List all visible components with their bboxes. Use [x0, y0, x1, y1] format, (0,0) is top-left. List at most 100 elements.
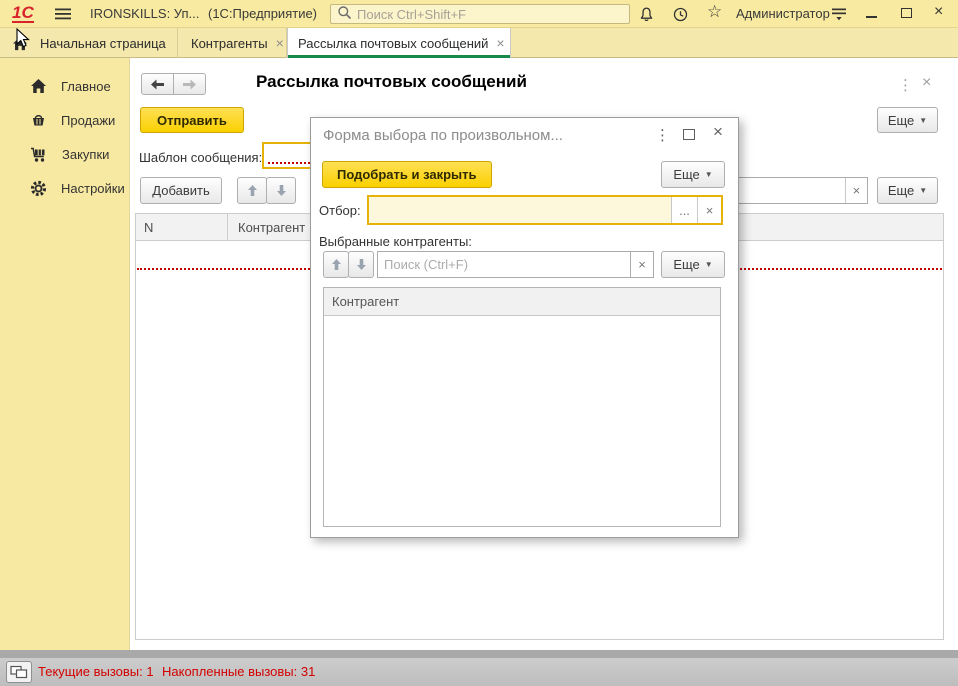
back-button[interactable]: [141, 73, 174, 95]
global-search-field[interactable]: [330, 4, 630, 24]
forward-button[interactable]: [173, 73, 206, 95]
dialog-title: Форма выбора по произвольном...: [323, 127, 563, 144]
notifications-bell-icon[interactable]: [638, 6, 655, 26]
dialog-more-button[interactable]: Еще ▼: [661, 161, 725, 188]
favorites-star-icon[interactable]: ☆: [707, 2, 722, 22]
status-separator: [0, 650, 958, 658]
dialog-list-more-button[interactable]: Еще ▼: [661, 251, 725, 278]
app-window: 1С IRONSKILLS: Уп... (1С:Предприятие) ☆ …: [0, 0, 958, 686]
arrow-down-icon: [276, 184, 287, 197]
maximize-icon[interactable]: [901, 8, 912, 18]
move-down-button[interactable]: [266, 177, 296, 204]
performance-indicator-button[interactable]: [6, 661, 32, 683]
sidebar-item-prodazhi[interactable]: Продажи: [0, 103, 130, 137]
dialog-maximize-icon[interactable]: [683, 129, 695, 140]
move-down-button[interactable]: [348, 251, 374, 278]
tab-label: Начальная страница: [40, 36, 166, 51]
dialog-clear-search-icon[interactable]: ×: [630, 251, 654, 278]
sidebar-item-glavnoe[interactable]: Главное: [0, 69, 130, 103]
more-button-label: Еще: [673, 257, 699, 272]
list-body[interactable]: [324, 316, 720, 526]
chevron-down-icon: ▼: [919, 116, 927, 125]
more-button-label: Еще: [888, 113, 914, 128]
minimize-icon[interactable]: [866, 8, 877, 18]
global-search-input[interactable]: [357, 7, 623, 22]
filter-label: Отбор:: [319, 203, 361, 218]
arrow-down-icon: [356, 258, 367, 271]
chevron-down-icon: ▼: [705, 170, 713, 179]
move-up-button[interactable]: [237, 177, 267, 204]
selected-contractors-label: Выбранные контрагенты:: [319, 234, 472, 249]
home-icon: [30, 78, 47, 94]
send-button-label: Отправить: [157, 113, 227, 128]
close-window-icon[interactable]: ×: [934, 3, 943, 21]
close-tab-icon[interactable]: ×: [496, 35, 504, 51]
form-more-button[interactable]: Еще ▼: [877, 107, 938, 133]
hamburger-menu-icon[interactable]: [54, 7, 72, 24]
clear-search-icon[interactable]: ×: [845, 178, 867, 203]
dialog-search-input[interactable]: [378, 252, 630, 277]
column-header-n[interactable]: N: [136, 214, 228, 240]
list-column-header[interactable]: Контрагент: [324, 288, 720, 316]
more-button-label: Еще: [673, 167, 699, 182]
active-tab-indicator: [288, 55, 510, 58]
filter-ellipsis-button[interactable]: ...: [671, 197, 697, 223]
cart-icon: [30, 146, 48, 163]
gear-icon: [30, 180, 47, 197]
more-button-label: Еще: [888, 183, 914, 198]
arrow-left-icon: [150, 79, 165, 90]
add-button[interactable]: Добавить: [140, 177, 222, 204]
move-up-button[interactable]: [323, 251, 349, 278]
accumulated-calls-label: Накопленные вызовы: 31: [162, 664, 315, 679]
sidebar-item-label: Закупки: [62, 147, 109, 162]
sections-panel: Главное Продажи Закупки Настройки: [0, 58, 130, 650]
filter-clear-icon[interactable]: ×: [697, 197, 721, 223]
tab-label: Рассылка почтовых сообщений: [298, 36, 488, 51]
form-more-menu-icon[interactable]: ⋮: [898, 76, 913, 94]
service-menu-icon[interactable]: [831, 7, 847, 25]
template-label: Шаблон сообщения:: [139, 150, 262, 165]
tab-label: Контрагенты: [191, 36, 268, 51]
arrow-right-icon: [182, 79, 197, 90]
dialog-move-buttons: [323, 251, 374, 278]
chevron-down-icon: ▼: [705, 260, 713, 269]
chevron-down-icon: ▼: [919, 186, 927, 195]
1c-logo-icon: 1С: [12, 4, 34, 23]
arrow-up-icon: [247, 184, 258, 197]
send-button[interactable]: Отправить: [140, 107, 244, 133]
app-kind-label: (1С:Предприятие): [208, 0, 317, 28]
page-title: Рассылка почтовых сообщений: [256, 72, 527, 92]
sidebar-item-label: Настройки: [61, 181, 125, 196]
selection-dialog: Форма выбора по произвольном... ⋮ × Подо…: [310, 117, 739, 538]
filter-input[interactable]: [369, 197, 671, 223]
status-bar: Текущие вызовы: 1 Накопленные вызовы: 31: [0, 658, 958, 686]
sidebar-item-label: Главное: [61, 79, 111, 94]
contractors-list: Контрагент: [323, 287, 721, 527]
pick-button-label: Подобрать и закрыть: [337, 167, 477, 182]
dialog-more-menu-icon[interactable]: ⋮: [655, 126, 670, 144]
table-more-button[interactable]: Еще ▼: [877, 177, 938, 204]
app-title: IRONSKILLS: Уп...: [90, 0, 199, 28]
sidebar-item-zakupki[interactable]: Закупки: [0, 137, 130, 171]
pick-and-close-button[interactable]: Подобрать и закрыть: [322, 161, 492, 188]
form-close-icon[interactable]: ×: [922, 74, 931, 92]
close-tab-icon[interactable]: ×: [276, 35, 284, 51]
add-button-label: Добавить: [152, 183, 209, 198]
tab-bar: Начальная страница Контрагенты × Рассылк…: [0, 28, 958, 58]
history-icon[interactable]: [672, 6, 689, 26]
mouse-cursor: [16, 28, 31, 52]
sidebar-item-label: Продажи: [61, 113, 115, 128]
arrow-up-icon: [331, 258, 342, 271]
dialog-search-field[interactable]: [377, 251, 631, 278]
row-move-buttons: [237, 177, 296, 204]
dialog-close-icon[interactable]: ×: [713, 122, 723, 142]
title-bar: 1С IRONSKILLS: Уп... (1С:Предприятие) ☆ …: [0, 0, 958, 28]
search-icon: [337, 5, 352, 23]
monitors-icon: [10, 665, 28, 680]
filter-field[interactable]: ... ×: [367, 195, 723, 225]
sidebar-item-nastroyki[interactable]: Настройки: [0, 171, 130, 205]
tab-rassylka-active[interactable]: Рассылка почтовых сообщений ×: [287, 28, 511, 58]
basket-icon: [30, 112, 47, 129]
tab-kontragenty[interactable]: Контрагенты ×: [178, 28, 287, 58]
current-calls-label: Текущие вызовы: 1: [38, 664, 154, 679]
